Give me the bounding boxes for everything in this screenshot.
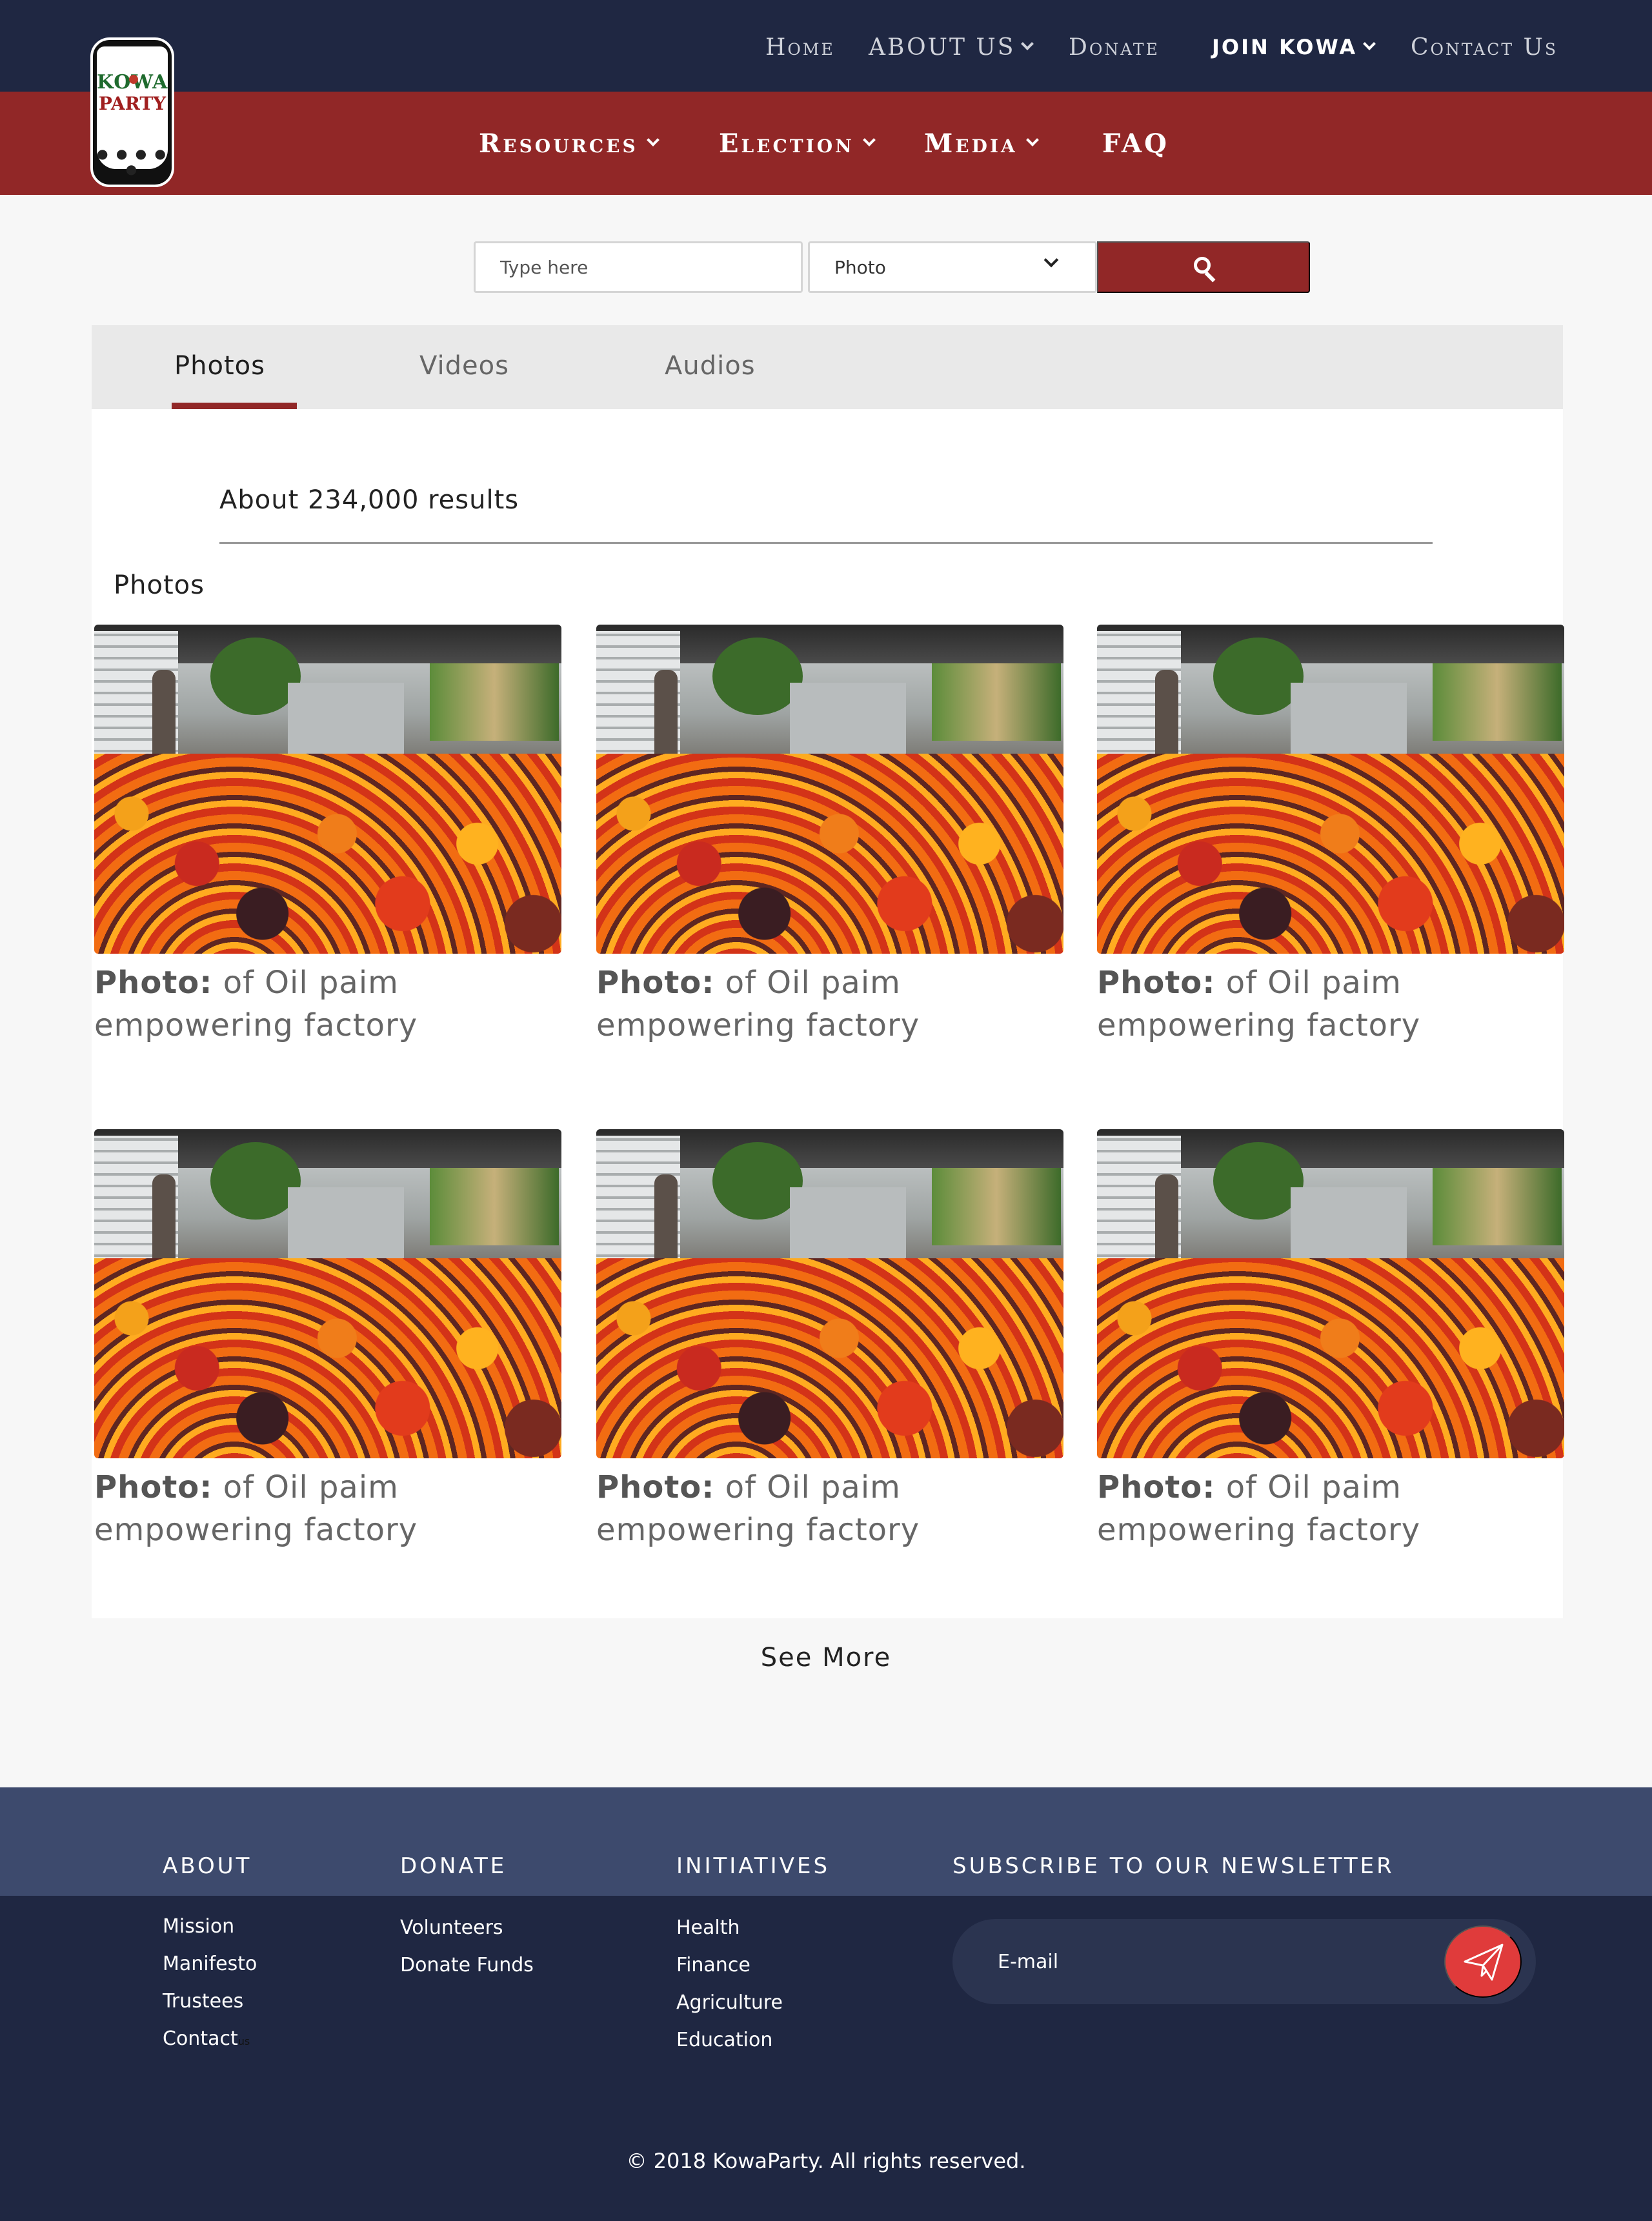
nav-resources[interactable]: Resources	[479, 126, 660, 160]
main-nav: Resources Election Media FAQ	[0, 126, 1652, 160]
see-more-link[interactable]: See More	[0, 1643, 1652, 1673]
active-tab-indicator	[172, 403, 297, 409]
search-icon-handle	[1204, 271, 1216, 283]
email-field[interactable]	[998, 1942, 1385, 1981]
footer-link-mission[interactable]: Mission	[163, 1915, 234, 1938]
footer-link-contact-label: Contact	[163, 2027, 238, 2050]
chevron-down-icon	[1025, 134, 1039, 146]
media-type-selected: Photo	[834, 256, 886, 278]
footer-link-education[interactable]: Education	[676, 2029, 772, 2051]
footer-link-donate-funds[interactable]: Donate Funds	[400, 1954, 534, 1976]
footer-link-volunteers[interactable]: Volunteers	[400, 1916, 503, 1939]
footer-link-agriculture[interactable]: Agriculture	[676, 1991, 783, 2014]
logo-emblem	[129, 75, 138, 84]
tab-videos[interactable]: Videos	[419, 351, 509, 381]
kowa-party-logo[interactable]: KOWA PARTY ● ● ● ● ●	[90, 37, 174, 187]
footer-link-finance[interactable]: Finance	[676, 1954, 750, 1976]
results-card: Photos Videos Audios About 234,000 resul…	[92, 325, 1564, 1618]
footer-donate-title: DONATE	[400, 1853, 507, 1879]
logo-party-text: PARTY	[98, 93, 166, 114]
chevron-down-icon	[646, 134, 660, 146]
nav-resources-label: Resources	[479, 128, 638, 159]
nav-election[interactable]: Election	[719, 126, 876, 160]
nav-donate[interactable]: Donate	[1069, 31, 1160, 63]
chevron-down-icon	[1021, 37, 1034, 50]
nav-faq[interactable]: FAQ	[1102, 126, 1169, 160]
nav-faq-label: FAQ	[1102, 128, 1169, 159]
footer-link-manifesto[interactable]: Manifesto	[163, 1953, 257, 1975]
media-type-select[interactable]: Photo	[808, 241, 1097, 293]
newsletter-form	[952, 1919, 1536, 2004]
search-input[interactable]	[474, 241, 803, 293]
nav-donate-label: Donate	[1069, 34, 1160, 61]
nav-about-us[interactable]: ABOUT US	[869, 31, 1034, 63]
photo-thumbnail[interactable]	[596, 625, 1063, 954]
chevron-down-icon	[862, 134, 876, 146]
chevron-down-icon	[1043, 252, 1059, 268]
footer-header-band	[0, 1787, 1652, 1896]
photo-thumbnail[interactable]	[1097, 1129, 1564, 1458]
chevron-down-icon	[1363, 37, 1376, 50]
nav-about-us-label: ABOUT US	[869, 34, 1016, 61]
photo-thumbnail[interactable]	[94, 625, 561, 954]
nav-join-kowa-label: JOIN KOWA	[1212, 35, 1358, 59]
photo-thumbnail[interactable]	[596, 1129, 1063, 1458]
nav-election-label: Election	[719, 128, 854, 159]
nav-media-label: Media	[924, 128, 1018, 159]
section-heading: Photos	[114, 570, 205, 600]
nav-home-label: Home	[765, 34, 835, 61]
footer-initiatives-title: INITIATIVES	[676, 1853, 831, 1879]
footer-link-trustees[interactable]: Trustees	[163, 1990, 243, 2013]
copyright: © 2018 KowaParty. All rights reserved.	[626, 2149, 1026, 2173]
footer-link-contact-suffix: us	[237, 2035, 250, 2047]
nav-join-kowa[interactable]: JOIN KOWA	[1212, 31, 1376, 63]
search-button[interactable]	[1097, 241, 1310, 293]
photo-caption: Photo: of Oil paim empowering factory	[94, 1469, 418, 1548]
send-icon	[1464, 1944, 1504, 1981]
photo-caption: Photo: of Oil paim empowering factory	[1097, 1469, 1421, 1548]
divider	[219, 542, 1433, 544]
subscribe-button[interactable]	[1444, 1925, 1522, 1998]
photo-caption: Photo: of Oil paim empowering factory	[596, 965, 920, 1043]
footer-link-contact[interactable]: Contactus	[163, 2027, 250, 2050]
footer-about-title: ABOUT	[163, 1853, 252, 1879]
results-count: About 234,000 results	[219, 485, 519, 515]
photo-thumbnail[interactable]	[94, 1129, 561, 1458]
newsletter-title: SUBSCRIBE TO OUR NEWSLETTER	[952, 1853, 1395, 1879]
tab-photos[interactable]: Photos	[174, 351, 265, 381]
photo-thumbnail[interactable]	[1097, 625, 1564, 954]
photo-caption: Photo: of Oil paim empowering factory	[596, 1469, 920, 1548]
photo-caption: Photo: of Oil paim empowering factory	[94, 965, 418, 1043]
search-icon	[1194, 257, 1211, 274]
media-tabs: Photos Videos Audios	[92, 325, 1563, 409]
logo-dots: ● ● ● ● ●	[97, 146, 168, 177]
tab-audios[interactable]: Audios	[665, 351, 756, 381]
photo-caption: Photo: of Oil paim empowering factory	[1097, 965, 1421, 1043]
nav-contact-us-label: Contact Us	[1411, 34, 1558, 61]
nav-media[interactable]: Media	[924, 126, 1039, 160]
footer-link-health[interactable]: Health	[676, 1916, 740, 1939]
nav-contact-us[interactable]: Contact Us	[1411, 31, 1558, 63]
logo-face: KOWA PARTY ● ● ● ● ●	[97, 46, 168, 177]
nav-home[interactable]: Home	[765, 31, 835, 63]
top-nav: Home ABOUT US Donate JOIN KOWA Contact U…	[0, 31, 1652, 63]
